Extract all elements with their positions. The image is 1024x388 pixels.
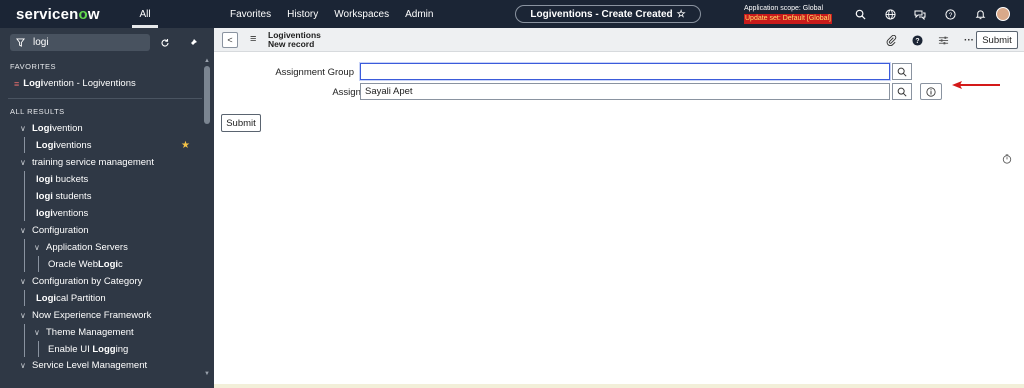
chevron-down-icon: ∨ [34, 328, 40, 337]
search-icon[interactable] [852, 6, 868, 22]
record-form: Assignment Group Assigned to [214, 52, 1024, 128]
chevron-down-icon: ∨ [20, 124, 26, 133]
filter-text: logi [33, 37, 49, 48]
all-menu-tab[interactable]: All [130, 0, 160, 28]
context-title: Logiventions - Create Created [530, 8, 673, 20]
sidebar-item-training-service-management[interactable]: ∨ training service management [20, 157, 154, 168]
chevron-down-icon: ∨ [20, 311, 26, 320]
context-title-pill[interactable]: Logiventions - Create Created ☆ [515, 5, 701, 23]
assigned-to-input[interactable] [360, 83, 890, 100]
tree-line [38, 256, 39, 272]
sidebar-item-configuration[interactable]: ∨ Configuration [20, 225, 89, 236]
filter-icon [16, 38, 25, 47]
attachment-icon[interactable] [884, 33, 898, 47]
refresh-icon[interactable] [158, 36, 172, 50]
favorites-heading: FAVORITES [10, 62, 57, 71]
sidebar-divider [8, 98, 202, 99]
chevron-down-icon: ∨ [20, 277, 26, 286]
record-form-area: < ≡ Logiventions New record ? ··· Submit… [214, 28, 1024, 388]
assignment-group-lookup-button[interactable] [892, 63, 912, 80]
sidebar-item-logi-students[interactable]: logi students [36, 191, 91, 202]
top-navigation-bar: servicenow All Favorites History Workspa… [0, 0, 1024, 28]
tree-line [24, 137, 25, 153]
sidebar-item-logical-partition[interactable]: Logical Partition [36, 293, 106, 304]
chevron-down-icon: ∨ [20, 226, 26, 235]
sidebar-item-logivention[interactable]: ∨ Logivention [20, 123, 83, 134]
top-icons: ? [852, 6, 988, 22]
favorite-item-logiventions[interactable]: ≡ Logivention - Logiventions [14, 78, 136, 89]
application-scope-indicator[interactable]: Application scope: Global Update set: De… [744, 4, 832, 24]
nav-history[interactable]: History [287, 9, 318, 20]
back-button[interactable]: < [222, 32, 238, 48]
info-icon [926, 86, 936, 97]
sidebar-item-now-experience-framework[interactable]: ∨ Now Experience Framework [20, 310, 151, 321]
tree-line [24, 239, 25, 272]
sidebar-item-logiventions-module[interactable]: Logiventions [36, 140, 91, 151]
tree-line [24, 171, 25, 221]
chevron-left-icon: < [227, 35, 233, 45]
globe-icon[interactable] [882, 6, 898, 22]
application-scope-text: Application scope: Global [744, 5, 823, 12]
assignment-group-input[interactable] [360, 63, 890, 80]
navigator-sidebar: logi FAVORITES ≡ Logivention - Logiventi… [0, 28, 214, 388]
nav-favorites[interactable]: Favorites [230, 9, 271, 20]
more-options-icon[interactable]: ··· [962, 33, 976, 47]
nav-workspaces[interactable]: Workspaces [334, 9, 389, 20]
notification-bell-icon[interactable] [972, 6, 988, 22]
record-header: < ≡ Logiventions New record ? ··· Submit [214, 28, 1024, 52]
tree-line [24, 290, 25, 306]
servicenow-logo[interactable]: servicenow [16, 6, 100, 23]
chat-icon[interactable] [912, 6, 928, 22]
scroll-up-arrow-icon[interactable]: ▲ [204, 58, 210, 64]
sidebar-item-oracle-weblogic[interactable]: Oracle WebLogic [48, 259, 123, 270]
settings-sliders-icon[interactable] [936, 33, 950, 47]
sidebar-item-enable-ui-logging[interactable]: Enable UI Logging [48, 344, 128, 355]
assignment-group-label: Assignment Group [275, 67, 354, 78]
red-annotation-arrow-icon [952, 81, 1000, 89]
nav-admin[interactable]: Admin [405, 9, 433, 20]
help-icon[interactable]: ? [942, 6, 958, 22]
svg-text:?: ? [915, 37, 919, 44]
svg-text:?: ? [948, 11, 952, 18]
chevron-down-icon: ∨ [34, 243, 40, 252]
chevron-down-icon: ∨ [20, 158, 26, 167]
all-results-heading: ALL RESULTS [10, 107, 65, 116]
assigned-to-lookup-button[interactable] [892, 83, 912, 100]
list-icon: ≡ [14, 78, 20, 89]
user-avatar[interactable] [996, 7, 1010, 21]
record-title: Logiventions New record [268, 31, 321, 49]
scroll-down-arrow-icon[interactable]: ▼ [204, 371, 210, 377]
search-icon [897, 67, 907, 77]
update-set-badge: Update set: Default [Global] [744, 14, 832, 24]
context-menu-icon[interactable]: ≡ [250, 33, 256, 45]
pin-icon[interactable] [186, 36, 200, 50]
header-icons: ? ··· [884, 33, 976, 47]
star-outline-icon[interactable]: ☆ [677, 9, 686, 20]
sidebar-item-logiventions[interactable]: logiventions [36, 208, 88, 219]
sidebar-item-service-level-management[interactable]: ∨ Service Level Management [20, 360, 147, 371]
sidebar-scrollbar-thumb[interactable] [204, 66, 210, 124]
submit-button-top[interactable]: Submit [976, 31, 1018, 49]
favorite-star-icon[interactable]: ★ [181, 140, 190, 151]
bottom-status-strip [214, 384, 1024, 388]
submit-button-bottom[interactable]: Submit [221, 114, 261, 132]
top-nav-menu: Favorites History Workspaces Admin [230, 0, 433, 28]
preview-record-button[interactable] [920, 83, 942, 100]
tree-line [24, 324, 25, 357]
sidebar-item-logi-buckets[interactable]: logi buckets [36, 174, 88, 185]
search-icon [897, 87, 907, 97]
sidebar-item-theme-management[interactable]: ∨ Theme Management [34, 327, 134, 338]
tree-line [38, 341, 39, 357]
filter-navigator-input[interactable]: logi [10, 34, 150, 51]
help-filled-icon[interactable]: ? [910, 33, 924, 47]
sidebar-item-configuration-by-category[interactable]: ∨ Configuration by Category [20, 276, 142, 287]
chevron-down-icon: ∨ [20, 361, 26, 370]
record-status: New record [268, 39, 315, 49]
sidebar-item-application-servers[interactable]: ∨ Application Servers [34, 242, 128, 253]
response-time-icon[interactable] [1002, 154, 1012, 164]
